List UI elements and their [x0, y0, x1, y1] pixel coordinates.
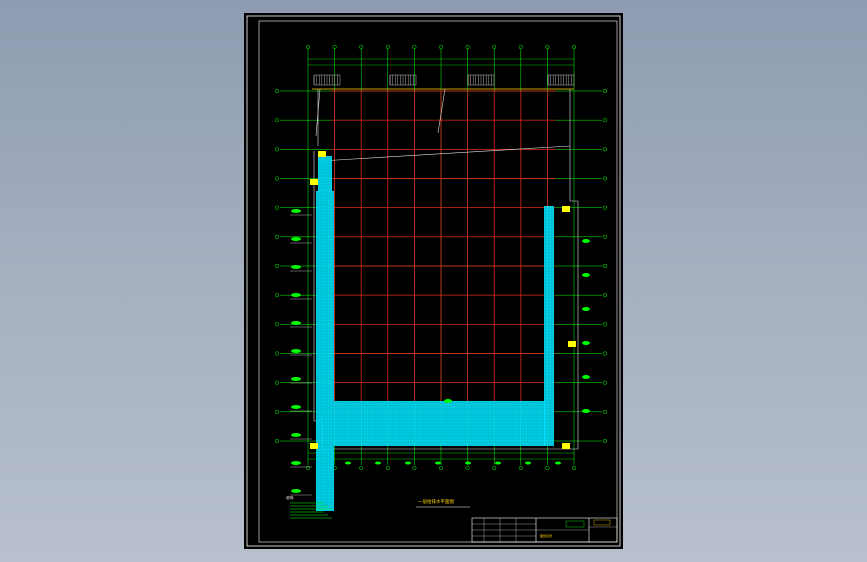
axis-bubble-top: [332, 44, 337, 50]
axis-bubble-left: [274, 118, 280, 123]
fixture-bottom: [495, 461, 501, 465]
axis-bubble-top: [571, 44, 577, 50]
axis-bubble-left: [274, 234, 280, 239]
fixture-bottom: [345, 461, 351, 465]
axis-bubble-left: [274, 351, 280, 356]
fixture-bottom: [435, 461, 441, 465]
fixture-bottom: [375, 461, 381, 465]
fixture-left: [291, 377, 301, 381]
diagonal-partition: [319, 145, 571, 162]
bottom-corridor-zone: [334, 401, 546, 446]
axis-bubble-left: [274, 88, 280, 94]
column-block: [310, 179, 318, 185]
top-louver: [467, 74, 495, 86]
column-block: [310, 443, 318, 449]
axis-bubble-right: [602, 409, 608, 414]
fixture-right: [582, 375, 590, 379]
axis-bubble-right: [602, 234, 608, 239]
fixture-right: [582, 307, 590, 311]
axis-bubble-left: [274, 147, 280, 152]
axis-bubble-bottom: [518, 465, 523, 471]
axis-bubble-top: [545, 44, 550, 50]
axis-bubble-top: [465, 44, 470, 50]
column-block: [568, 341, 576, 347]
fixture-bottom: [465, 461, 471, 465]
right-corridor-zone: [544, 206, 554, 446]
axis-bubble-top: [305, 44, 311, 50]
fixture-left: [291, 405, 301, 409]
axis-bubble-right: [602, 88, 608, 94]
axis-bubble-top: [438, 44, 444, 50]
axis-bubble-top: [412, 44, 417, 50]
axis-bubble-bottom: [385, 465, 390, 471]
axis-bubble-right: [602, 322, 608, 327]
axis-bubble-left: [274, 176, 280, 181]
drawing-title: 一层给排水平面图: [418, 498, 454, 505]
axis-bubble-bottom: [412, 465, 417, 471]
slanted-wall: [437, 88, 446, 134]
axis-bubble-left: [274, 322, 280, 327]
top-louver: [547, 74, 575, 86]
axis-bubble-top: [359, 44, 364, 50]
axis-bubble-top: [385, 44, 390, 50]
axis-bubble-bottom: [465, 465, 470, 471]
fixture-left: [291, 489, 301, 493]
axis-bubble-right: [602, 263, 608, 269]
axis-bubble-left: [274, 438, 280, 444]
fixture-left: [291, 349, 301, 353]
title-block-label: 图纸目录: [540, 533, 552, 538]
axis-bubble-bottom: [571, 465, 577, 471]
top-louver: [389, 74, 417, 86]
top-louver: [313, 74, 341, 86]
axis-bubble-left: [274, 293, 280, 298]
axis-bubble-right: [602, 380, 608, 385]
axis-bubble-right: [602, 351, 608, 356]
fixture-left: [291, 293, 301, 297]
outer-frame: [246, 15, 621, 547]
fixture-left: [291, 433, 301, 437]
zone-fill: [334, 401, 546, 446]
axis-bubble-right: [602, 147, 608, 152]
fixture-left: [291, 265, 301, 269]
axis-bubble-left: [274, 205, 280, 210]
fixture-left: [291, 237, 301, 241]
title-block: 图纸目录: [471, 517, 618, 543]
stair-zone: [318, 156, 332, 191]
axis-bubble-right: [602, 205, 608, 210]
fixture-bottom: [405, 461, 411, 465]
axis-bubble-bottom: [545, 465, 550, 471]
floor-plan-drawing: 一层给排水平面图 说明: 图纸目录: [246, 15, 621, 547]
fixture-right: [582, 239, 590, 243]
column-block: [562, 206, 570, 212]
left-corridor-zone: [316, 191, 334, 511]
axis-bubble-bottom: [305, 465, 311, 471]
fixture-left: [291, 321, 301, 325]
axis-bubble-right: [602, 438, 608, 444]
axis-bubble-bottom: [359, 465, 364, 471]
axis-bubble-right: [602, 176, 608, 181]
fixture-left: [291, 461, 301, 465]
column-block: [562, 443, 570, 449]
axis-bubble-right: [602, 118, 608, 123]
axis-bubble-left: [274, 380, 280, 385]
axis-bubble-bottom: [492, 465, 497, 471]
drawing-sheet: 一层给排水平面图 说明: 图纸目录: [244, 13, 623, 549]
axis-bubble-top: [492, 44, 497, 50]
fixture-bottom: [525, 461, 531, 465]
axis-bubble-left: [274, 263, 280, 269]
fixture-left: [291, 209, 301, 213]
axis-bubble-top: [518, 44, 523, 50]
axis-bubble-left: [274, 409, 280, 414]
notes-heading: 说明:: [286, 495, 294, 500]
axis-bubble-bottom: [438, 465, 444, 471]
building-outline: [313, 89, 579, 450]
column-block: [318, 151, 326, 157]
axis-bubble-right: [602, 293, 608, 298]
fixture-right: [582, 341, 590, 345]
fixture-bottom: [555, 461, 561, 465]
fixture-center: [444, 399, 452, 403]
fixture-right: [582, 409, 590, 413]
fixture-right: [582, 273, 590, 277]
